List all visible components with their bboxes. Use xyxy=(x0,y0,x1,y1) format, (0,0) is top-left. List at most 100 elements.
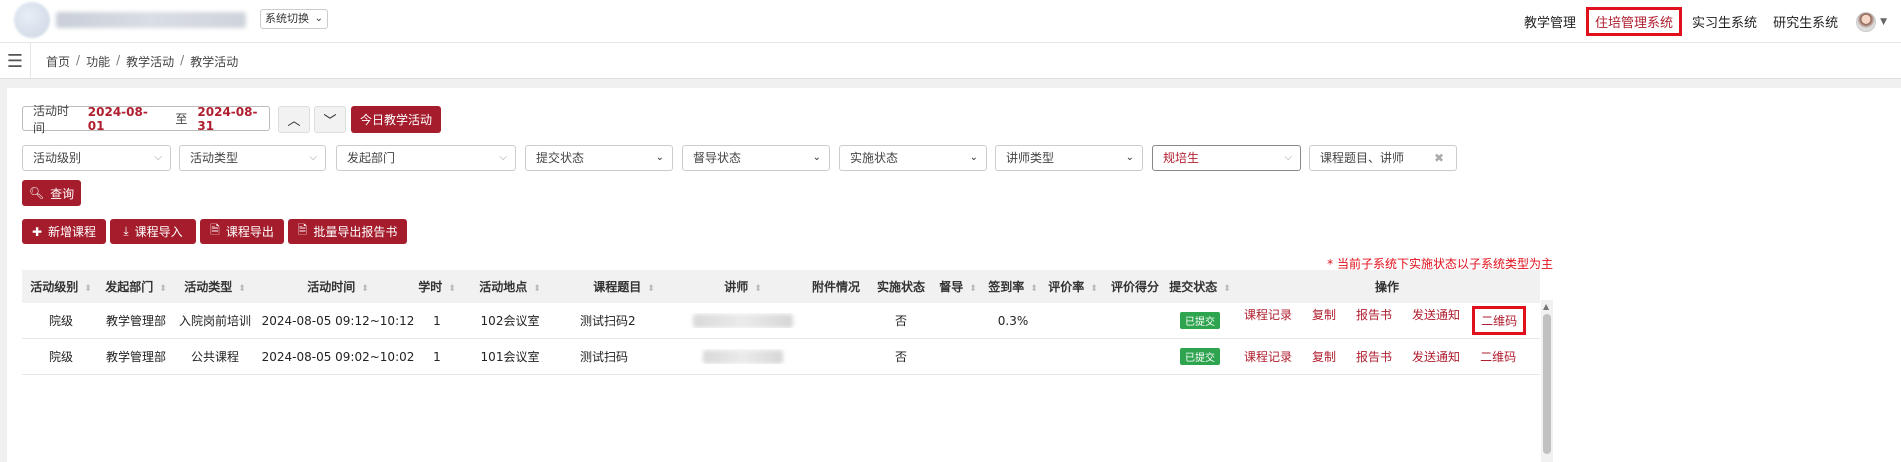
query-button[interactable]: 🔍︎ 查询 xyxy=(22,180,81,206)
clear-icon[interactable]: ✖ xyxy=(1434,146,1444,170)
course-record-link[interactable]: 课程记录 xyxy=(1244,348,1292,365)
cell-dept: 教学管理部 xyxy=(105,350,166,364)
export-course-button[interactable]: 🗎 课程导出 xyxy=(200,219,284,244)
cell-hours: 1 xyxy=(433,349,441,364)
send-notice-link[interactable]: 发送通知 xyxy=(1412,348,1460,365)
chevron-down-icon: ⌵ xyxy=(154,152,162,163)
date-end[interactable]: 2024-08-31 xyxy=(197,105,269,133)
cell-title: 测试扫码2 xyxy=(580,314,636,328)
query-label: 查询 xyxy=(50,186,75,201)
scrollbar-thumb[interactable] xyxy=(1543,314,1551,454)
report-link[interactable]: 报告书 xyxy=(1356,306,1392,335)
col-eval-rate[interactable]: 评价率 ⬍ xyxy=(1042,278,1104,295)
col-hours[interactable]: 学时 ⬍ xyxy=(418,278,456,295)
lecturer-type-select[interactable]: 讲师类型 ⌄ xyxy=(995,145,1143,171)
date-range-field[interactable]: 活动时间 2024-08-01 至 2024-08-31 xyxy=(22,104,270,135)
activity-type-select[interactable]: 活动类型 ⌵ xyxy=(179,145,326,171)
nav-residency-system[interactable]: 住培管理系统 xyxy=(1586,7,1683,36)
activity-level-placeholder: 活动级别 xyxy=(33,151,82,165)
col-checkin[interactable]: 签到率 ⬍ xyxy=(984,278,1042,295)
col-attachment: 附件情况 xyxy=(811,280,860,294)
table-header: 活动级别 ⬍ 发起部门 ⬍ 活动类型 ⬍ 活动时间 ⬍ 学时 ⬍ 活动地点 ⬍ 课程题目 ⬍ … xyxy=(22,270,1540,303)
col-eval-score[interactable]: 评价得分 xyxy=(1104,278,1166,295)
search-placeholder: 课程题目、讲师 xyxy=(1320,151,1405,165)
course-record-link[interactable]: 课程记录 xyxy=(1244,306,1292,335)
breadcrumb-teaching-activity[interactable]: 教学活动 xyxy=(126,53,174,70)
add-course-label: 新增课程 xyxy=(48,225,97,239)
department-select[interactable]: 发起部门 ⌵ xyxy=(336,145,516,171)
col-supervise[interactable]: 督导 ⬍ xyxy=(932,278,984,295)
nav-graduate-system[interactable]: 研究生系统 xyxy=(1765,12,1846,31)
scroll-up-icon[interactable]: ▲ xyxy=(1543,302,1549,311)
cell-lecturer xyxy=(684,349,802,364)
copy-link[interactable]: 复制 xyxy=(1312,306,1336,335)
lecturer-name-blurred xyxy=(703,349,783,364)
cell-hours: 1 xyxy=(433,313,441,328)
implementation-status-select[interactable]: 实施状态 ⌄ xyxy=(839,145,987,171)
nav-teaching-management[interactable]: 教学管理 xyxy=(1516,12,1584,31)
cell-operations: 课程记录 复制 报告书 发送通知 二维码 xyxy=(1234,306,1540,335)
system-switch-dropdown[interactable]: 系统切换 ⌄ xyxy=(260,9,328,29)
chevron-down-icon: ﹀ xyxy=(323,114,337,129)
col-submit-status[interactable]: 提交状态 ⬍ xyxy=(1166,278,1234,295)
plus-icon: ✚ xyxy=(31,224,43,239)
qrcode-link[interactable]: 二维码 xyxy=(1480,348,1516,365)
activity-type-placeholder: 活动类型 xyxy=(190,151,239,165)
breadcrumb: 首页 / 功能 / 教学活动 / 教学活动 xyxy=(46,53,238,70)
trainee-select[interactable]: 规培生 ⌵ xyxy=(1152,145,1301,171)
menu-icon[interactable]: ☰ xyxy=(0,43,31,79)
status-badge: 已提交 xyxy=(1180,312,1220,329)
import-course-button[interactable]: ⤓ 课程导入 xyxy=(110,219,196,244)
table-row: 院级 教学管理部 入院岗前培训 2024-08-05 09:12~10:12 1… xyxy=(22,303,1540,339)
supervision-status-select[interactable]: 督导状态 ⌄ xyxy=(682,145,830,171)
breadcrumb-current: 教学活动 xyxy=(190,55,239,69)
copy-link[interactable]: 复制 xyxy=(1312,348,1336,365)
hospital-name-blurred xyxy=(56,12,246,28)
cell-submit-status: 已提交 xyxy=(1166,348,1234,365)
chevron-down-icon: ⌵ xyxy=(499,152,507,163)
breadcrumb-function[interactable]: 功能 xyxy=(86,53,110,70)
excel-file-icon: 🗎 xyxy=(210,223,220,237)
expand-up-button[interactable]: ︿ xyxy=(278,106,310,133)
col-title[interactable]: 课程题目 ⬍ xyxy=(564,278,684,295)
cell-type: 公共课程 xyxy=(190,350,239,364)
cell-level: 院级 xyxy=(48,350,73,364)
status-badge: 已提交 xyxy=(1180,348,1220,365)
system-switch-label: 系统切换 xyxy=(265,12,309,25)
breadcrumb-home[interactable]: 首页 xyxy=(46,53,70,70)
cell-implementation: 否 xyxy=(894,350,907,364)
date-start[interactable]: 2024-08-01 xyxy=(88,105,160,133)
cell-place: 102会议室 xyxy=(480,314,540,328)
report-link[interactable]: 报告书 xyxy=(1356,348,1392,365)
cell-time: 2024-08-05 09:02~10:02 xyxy=(261,349,415,364)
col-place[interactable]: 活动地点 ⬍ xyxy=(456,278,564,295)
breadcrumb-separator: / xyxy=(116,53,121,67)
search-input[interactable]: 课程题目、讲师 ✖ xyxy=(1309,145,1457,171)
vertical-scrollbar[interactable]: ▲ xyxy=(1541,300,1553,462)
activity-level-select[interactable]: 活动级别 ⌵ xyxy=(22,145,171,171)
col-type[interactable]: 活动类型 ⬍ xyxy=(172,278,258,295)
batch-export-report-button[interactable]: 🗎 批量导出报告书 xyxy=(288,219,407,244)
col-lecturer[interactable]: 讲师 ⬍ xyxy=(684,278,802,295)
send-notice-link[interactable]: 发送通知 xyxy=(1412,306,1460,335)
chevron-down-icon: ⌄ xyxy=(314,13,323,24)
caret-down-icon[interactable]: ▼ xyxy=(1880,17,1887,27)
col-dept[interactable]: 发起部门 ⬍ xyxy=(100,278,172,295)
date-range-label: 活动时间 xyxy=(33,103,70,135)
batch-export-report-label: 批量导出报告书 xyxy=(313,225,398,239)
excel-file-icon: 🗎 xyxy=(297,223,308,237)
add-course-button[interactable]: ✚ 新增课程 xyxy=(22,219,106,244)
col-level[interactable]: 活动级别 ⬍ xyxy=(22,278,100,295)
submit-status-placeholder: 提交状态 xyxy=(536,151,585,165)
submit-status-select[interactable]: 提交状态 ⌄ xyxy=(525,145,673,171)
today-activity-button[interactable]: 今日教学活动 xyxy=(351,106,441,133)
avatar[interactable] xyxy=(1856,11,1877,32)
supervision-status-placeholder: 督导状态 xyxy=(693,151,742,165)
nav-intern-system[interactable]: 实习生系统 xyxy=(1684,12,1765,31)
qrcode-link[interactable]: 二维码 xyxy=(1472,306,1527,335)
col-time[interactable]: 活动时间 ⬍ xyxy=(258,278,418,295)
download-icon: ⤓ xyxy=(123,224,129,238)
chevron-down-icon: ⌵ xyxy=(309,152,317,163)
expand-down-button[interactable]: ﹀ xyxy=(314,106,346,133)
col-operations: 操作 xyxy=(1374,280,1399,294)
